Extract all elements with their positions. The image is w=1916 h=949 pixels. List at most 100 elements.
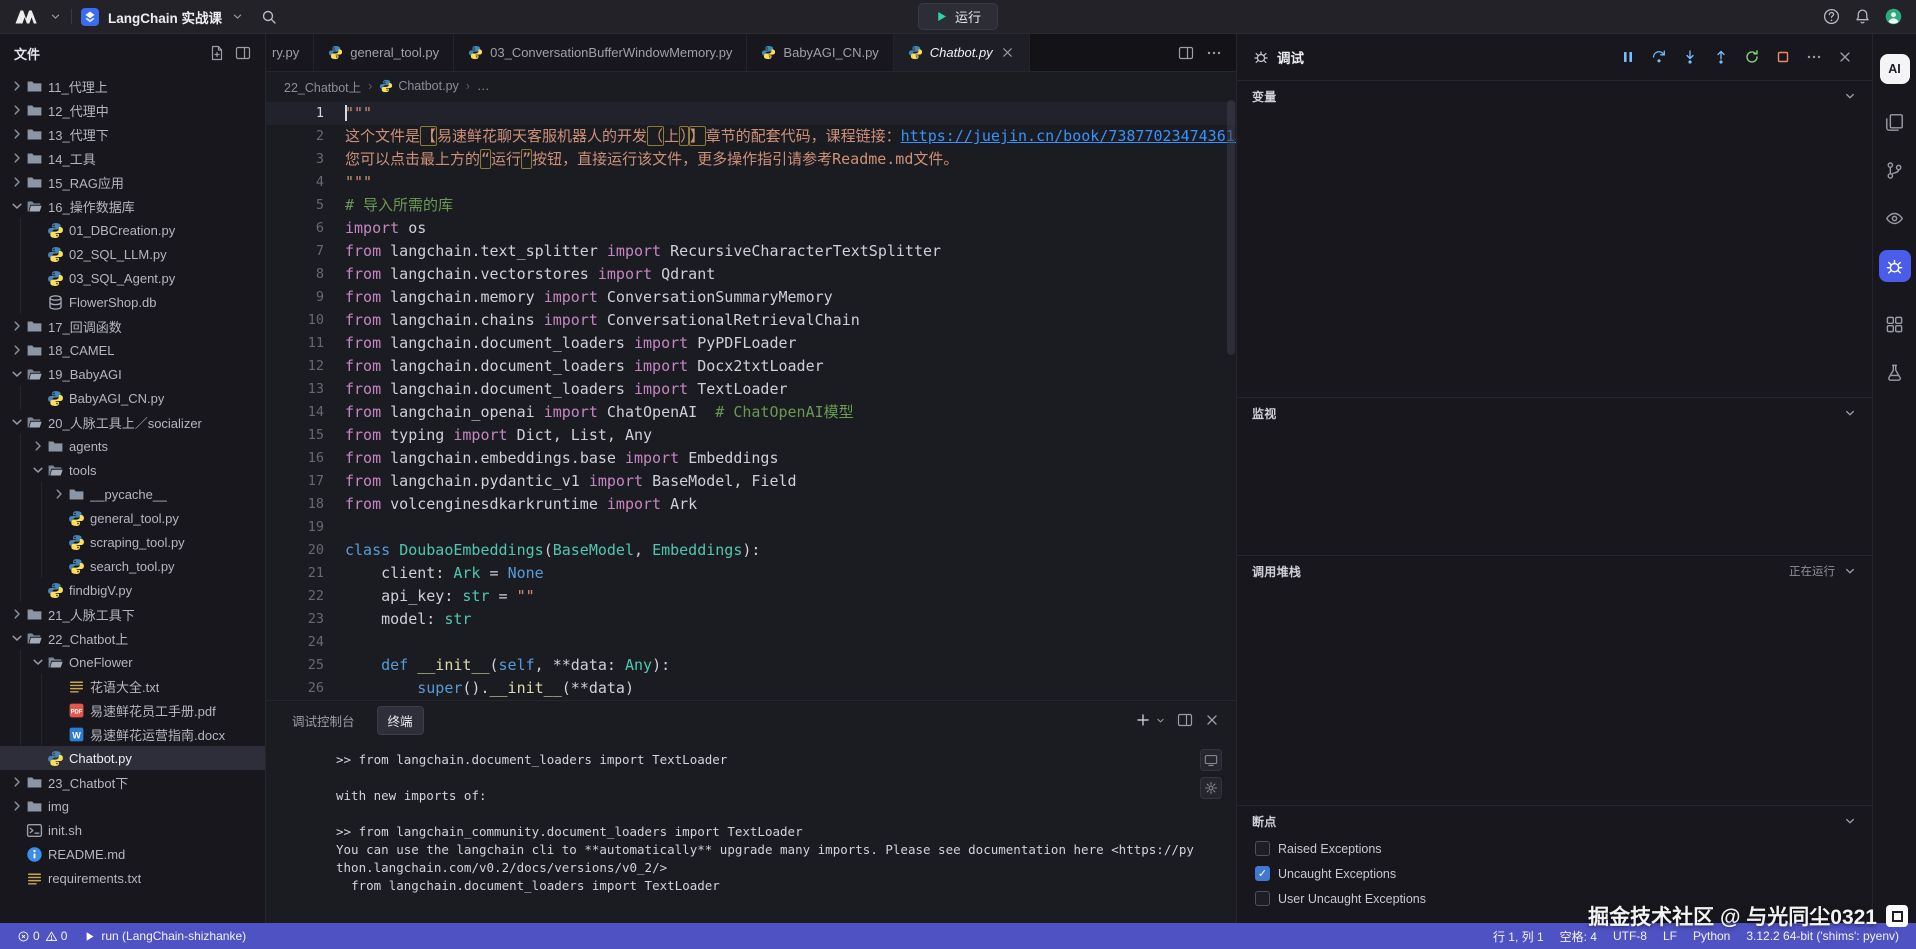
course-title[interactable]: LangChain 实战课 bbox=[108, 7, 222, 27]
code-line[interactable]: 3您可以点击最上方的“运行”按钮，直接运行该文件，更多操作指引请参考Readme… bbox=[266, 148, 1236, 171]
code-line[interactable]: 24 bbox=[266, 631, 1236, 654]
tree-folder[interactable]: tools bbox=[21, 458, 265, 482]
code-line[interactable]: 1""" bbox=[266, 102, 1236, 125]
panel-tab[interactable]: 终端 bbox=[377, 706, 424, 735]
code-editor[interactable]: 1"""2这个文件是【易速鲜花聊天客服机器人的开发（上）】章节的配套代码，课程链… bbox=[266, 100, 1236, 700]
tree-folder[interactable]: OneFlower bbox=[21, 650, 265, 674]
code-line[interactable]: 7from langchain.text_splitter import Rec… bbox=[266, 240, 1236, 263]
breakpoint-checkbox[interactable] bbox=[1255, 866, 1270, 881]
tree-folder[interactable]: 20_人脉工具上／socializer bbox=[0, 410, 265, 434]
tree-folder[interactable]: __pycache__ bbox=[42, 482, 265, 506]
code-line[interactable]: 9from langchain.memory import Conversati… bbox=[266, 286, 1236, 309]
notifications-icon[interactable] bbox=[1854, 8, 1871, 25]
breakpoint-item[interactable]: Raised Exceptions bbox=[1237, 836, 1872, 861]
code-line[interactable]: 21 client: Ark = None bbox=[266, 562, 1236, 585]
editor-tab[interactable]: 03_ConversationBufferWindowMemory.py bbox=[454, 34, 747, 71]
tests-icon[interactable] bbox=[1879, 356, 1911, 388]
restart-button[interactable] bbox=[1741, 46, 1763, 68]
code-line[interactable]: 23 model: str bbox=[266, 608, 1236, 631]
help-icon[interactable] bbox=[1823, 8, 1840, 25]
ai-assistant-button[interactable]: AI bbox=[1880, 54, 1910, 84]
code-line[interactable]: 15from typing import Dict, List, Any bbox=[266, 424, 1236, 447]
code-line[interactable]: 2这个文件是【易速鲜花聊天客服机器人的开发（上）】章节的配套代码，课程链接：ht… bbox=[266, 125, 1236, 148]
debug-icon[interactable] bbox=[1879, 250, 1911, 282]
tree-folder[interactable]: 14_工具 bbox=[0, 146, 265, 170]
encoding[interactable]: UTF-8 bbox=[1606, 923, 1654, 949]
debug-section-header[interactable]: 断点 bbox=[1237, 806, 1872, 836]
code-line[interactable]: 19 bbox=[266, 516, 1236, 539]
breakpoint-item[interactable]: User Uncaught Exceptions bbox=[1237, 886, 1872, 911]
code-line[interactable]: 14from langchain_openai import ChatOpenA… bbox=[266, 401, 1236, 424]
close-tab-icon[interactable] bbox=[1000, 45, 1015, 60]
stop-button[interactable] bbox=[1772, 46, 1794, 68]
tree-folder[interactable]: agents bbox=[21, 434, 265, 458]
tree-file[interactable]: general_tool.py bbox=[42, 506, 265, 530]
step-out-button[interactable] bbox=[1710, 46, 1732, 68]
debug-section-header[interactable]: 变量 bbox=[1237, 81, 1872, 111]
tree-file[interactable]: FlowerShop.db bbox=[21, 290, 265, 314]
debug-section-header[interactable]: 监视 bbox=[1237, 398, 1872, 428]
tree-folder[interactable]: 18_CAMEL bbox=[0, 338, 265, 362]
tree-folder[interactable]: 17_回调函数 bbox=[0, 314, 265, 338]
tree-folder[interactable]: 15_RAG应用 bbox=[0, 170, 265, 194]
scrollbar-thumb[interactable] bbox=[1227, 100, 1235, 355]
code-line[interactable]: 6import os bbox=[266, 217, 1236, 240]
tree-file[interactable]: 花语大全.txt bbox=[42, 674, 265, 698]
cursor-position[interactable]: 行 1, 列 1 bbox=[1486, 923, 1551, 949]
new-file-icon[interactable] bbox=[209, 45, 225, 61]
language-mode[interactable]: Python bbox=[1686, 923, 1737, 949]
tree-folder[interactable]: 11_代理上 bbox=[0, 74, 265, 98]
breadcrumb-item[interactable]: 22_Chatbot上 bbox=[284, 77, 361, 96]
extensions-icon[interactable] bbox=[1879, 308, 1911, 340]
close-panel-icon[interactable] bbox=[1204, 712, 1220, 728]
screencast-icon[interactable] bbox=[1200, 749, 1222, 771]
tree-file[interactable]: README.md bbox=[0, 842, 265, 866]
user-avatar[interactable] bbox=[1885, 8, 1902, 25]
code-line[interactable]: 12from langchain.document_loaders import… bbox=[266, 355, 1236, 378]
search-icon[interactable] bbox=[261, 9, 277, 25]
eol[interactable]: LF bbox=[1656, 923, 1684, 949]
editor-tab[interactable]: ry.py bbox=[266, 34, 314, 71]
breadcrumb-item[interactable]: … bbox=[477, 79, 490, 93]
breakpoint-checkbox[interactable] bbox=[1255, 891, 1270, 906]
tree-folder[interactable]: 22_Chatbot上 bbox=[0, 626, 265, 650]
tree-folder[interactable]: 12_代理中 bbox=[0, 98, 265, 122]
code-line[interactable]: 22 api_key: str = "" bbox=[266, 585, 1236, 608]
tree-file[interactable]: requirements.txt bbox=[0, 866, 265, 890]
panel-settings-icon[interactable] bbox=[1200, 777, 1222, 799]
open-editors-icon[interactable] bbox=[235, 45, 251, 61]
step-over-button[interactable] bbox=[1648, 46, 1670, 68]
new-terminal-icon[interactable] bbox=[1135, 712, 1151, 728]
run-button[interactable]: 运行 bbox=[918, 3, 998, 30]
code-line[interactable]: 10from langchain.chains import Conversat… bbox=[266, 309, 1236, 332]
tree-folder[interactable]: 19_BabyAGI bbox=[0, 362, 265, 386]
tree-folder[interactable]: 13_代理下 bbox=[0, 122, 265, 146]
tree-folder[interactable]: img bbox=[0, 794, 265, 818]
tree-file[interactable]: BabyAGI_CN.py bbox=[21, 386, 265, 410]
breadcrumb-item[interactable]: Chatbot.py bbox=[379, 79, 458, 93]
code-line[interactable]: 11from langchain.document_loaders import… bbox=[266, 332, 1236, 355]
tree-file[interactable]: 01_DBCreation.py bbox=[21, 218, 265, 242]
course-chevron-icon[interactable] bbox=[231, 10, 244, 23]
editor-tab[interactable]: general_tool.py bbox=[314, 34, 454, 71]
code-line[interactable]: 26 super().__init__(**data) bbox=[266, 677, 1236, 700]
more-button[interactable] bbox=[1803, 46, 1825, 68]
code-line[interactable]: 25 def __init__(self, **data: Any): bbox=[266, 654, 1236, 677]
step-into-button[interactable] bbox=[1679, 46, 1701, 68]
problems-indicator[interactable]: 0 0 bbox=[10, 923, 74, 949]
pause-button[interactable] bbox=[1617, 46, 1639, 68]
tree-folder[interactable]: 21_人脉工具下 bbox=[0, 602, 265, 626]
editor-tab[interactable]: BabyAGI_CN.py bbox=[747, 34, 893, 71]
terminal-dropdown-icon[interactable] bbox=[1155, 715, 1166, 726]
run-config[interactable]: run (LangChain-shizhanke) bbox=[76, 923, 253, 949]
code-line[interactable]: 13from langchain.document_loaders import… bbox=[266, 378, 1236, 401]
editor-tab[interactable]: Chatbot.py bbox=[894, 34, 1030, 71]
tree-folder[interactable]: 23_Chatbot下 bbox=[0, 770, 265, 794]
tree-file[interactable]: Chatbot.py bbox=[21, 746, 265, 770]
close-button[interactable] bbox=[1834, 46, 1856, 68]
marscode-logo-icon[interactable] bbox=[14, 9, 40, 25]
tree-file[interactable]: PDF易速鲜花员工手册.pdf bbox=[42, 698, 265, 722]
code-line[interactable]: 17from langchain.pydantic_v1 import Base… bbox=[266, 470, 1236, 493]
interpreter[interactable]: 3.12.2 64-bit ('shims': pyenv) bbox=[1739, 923, 1906, 949]
more-actions-icon[interactable] bbox=[1206, 45, 1222, 61]
